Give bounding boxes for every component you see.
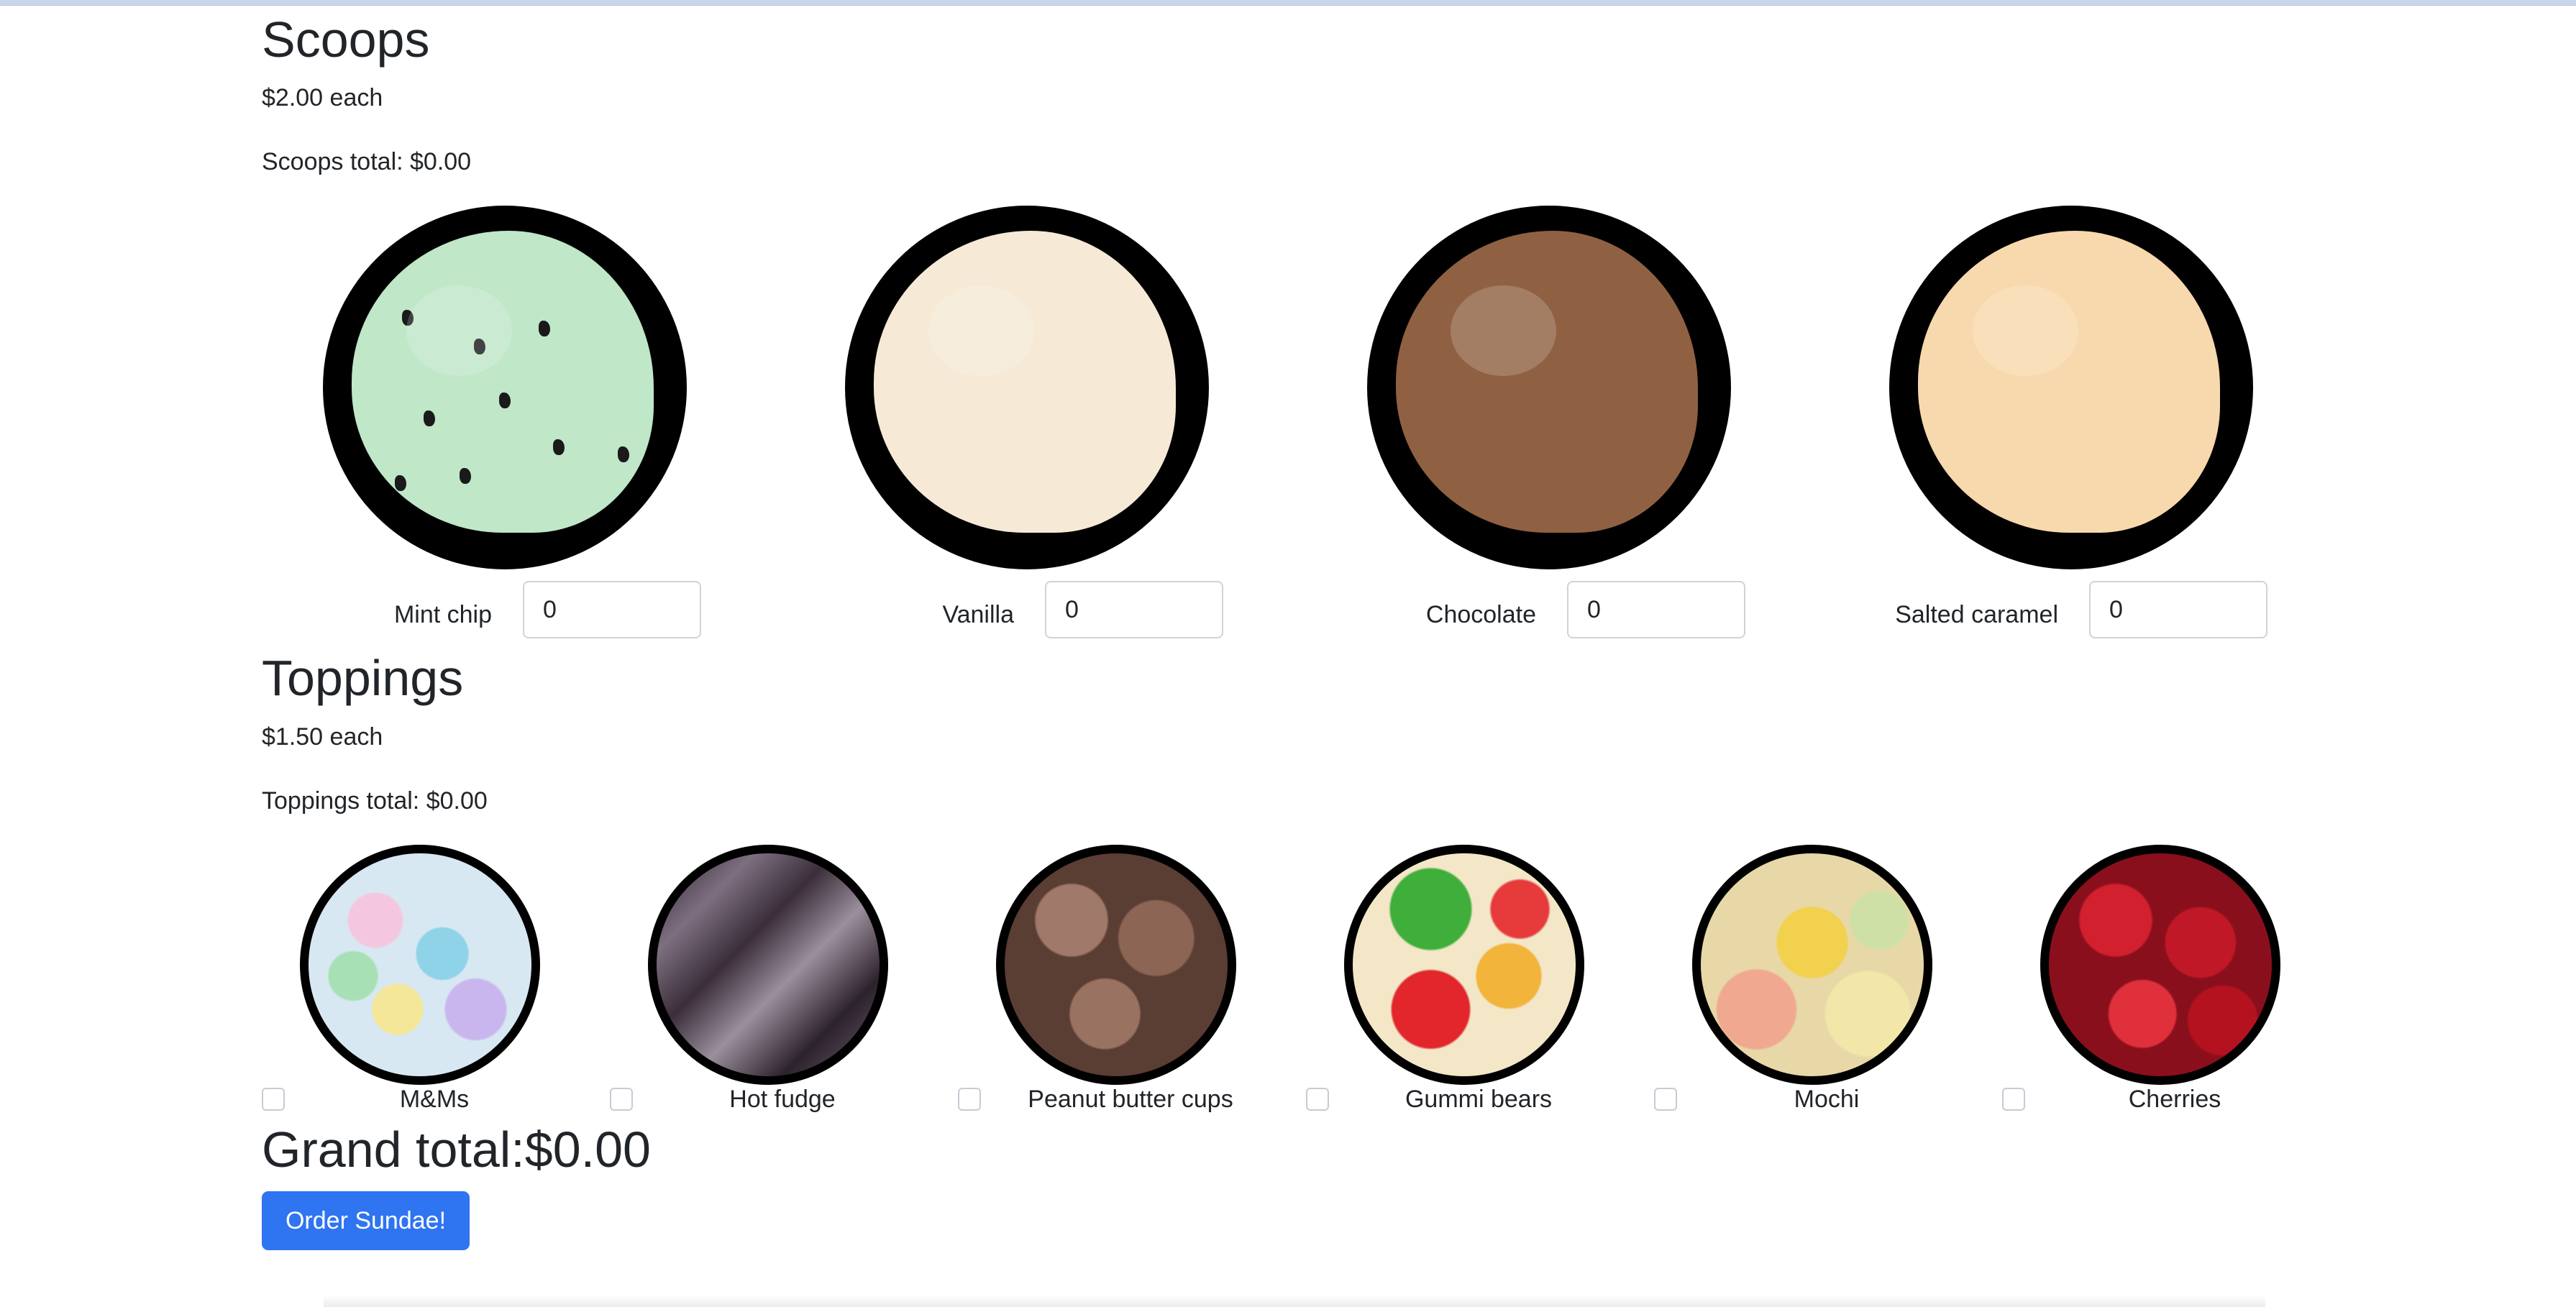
peanut-butter-cups-image xyxy=(996,845,1236,1085)
hot-fudge-image xyxy=(648,845,888,1085)
mms-checkbox[interactable] xyxy=(262,1088,285,1111)
chocolate-chip xyxy=(402,310,414,326)
topping-options: M&Ms Hot fudge Peanut butter cups Gummi … xyxy=(262,845,2347,1118)
scoop-option-salted-caramel: Salted caramel xyxy=(1828,206,2349,666)
scoop-option-chocolate: Chocolate xyxy=(1306,206,1827,666)
scoop-label: Salted caramel xyxy=(1895,601,2058,628)
chocolate-chip xyxy=(499,393,511,408)
toppings-heading: Toppings xyxy=(262,650,464,706)
scoops-total: Scoops total: $0.00 xyxy=(262,148,472,175)
vanilla-scoop-shape xyxy=(874,231,1176,533)
topping-option-mms: M&Ms xyxy=(262,845,610,1118)
hot-fudge-checkbox[interactable] xyxy=(610,1088,633,1111)
mochi-checkbox[interactable] xyxy=(1654,1088,1677,1111)
scoops-heading: Scoops xyxy=(262,12,430,68)
mochi-image xyxy=(1692,845,1932,1085)
vanilla-image xyxy=(845,206,1209,569)
topping-label: Hot fudge xyxy=(729,1086,836,1113)
gummi-bears-image xyxy=(1344,845,1584,1085)
scoop-label: Mint chip xyxy=(393,601,492,628)
topping-label: Mochi xyxy=(1794,1086,1860,1113)
scoop-options: Mint chip Vanilla Chocolate Salted caram… xyxy=(262,206,2347,666)
salted-caramel-image xyxy=(1889,206,2253,569)
grand-total: Grand total:$0.00 xyxy=(262,1122,651,1178)
scoops-price: $2.00 each xyxy=(262,84,383,111)
topping-option-mochi: Mochi xyxy=(1654,845,2002,1118)
topping-option-gummi-bears: Gummi bears xyxy=(1306,845,1654,1118)
salted-caramel-quantity-input[interactable] xyxy=(2089,581,2267,638)
scoop-option-mint-chip: Mint chip xyxy=(262,206,783,666)
topping-option-cherries: Cherries xyxy=(2002,845,2350,1118)
scoop-option-vanilla: Vanilla xyxy=(784,206,1305,666)
scoop-label: Chocolate xyxy=(1425,601,1536,628)
chocolate-scoop-shape xyxy=(1396,231,1698,533)
mms-image xyxy=(300,845,540,1085)
mint-chip-quantity-input[interactable] xyxy=(523,581,701,638)
peanut-butter-cups-checkbox[interactable] xyxy=(958,1088,981,1111)
gummi-bears-checkbox[interactable] xyxy=(1306,1088,1329,1111)
chocolate-chip xyxy=(618,446,629,462)
topping-label: Cherries xyxy=(2128,1086,2221,1113)
mint-scoop-shape xyxy=(352,231,654,533)
chocolate-chip xyxy=(460,468,471,484)
chocolate-chip xyxy=(474,339,485,354)
vanilla-quantity-input[interactable] xyxy=(1045,581,1223,638)
cherries-image xyxy=(2040,845,2280,1085)
toppings-price: $1.50 each xyxy=(262,723,383,751)
toppings-total: Toppings total: $0.00 xyxy=(262,787,488,815)
cherries-checkbox[interactable] xyxy=(2002,1088,2025,1111)
topping-label: M&Ms xyxy=(399,1086,470,1113)
chocolate-chip xyxy=(539,321,550,336)
topping-option-peanut-butter-cups: Peanut butter cups xyxy=(958,845,1306,1118)
topping-label: Gummi bears xyxy=(1405,1086,1553,1113)
page-bottom-shadow xyxy=(324,1295,2265,1307)
mint-chip-image xyxy=(323,206,687,569)
browser-top-edge xyxy=(0,0,2576,6)
chocolate-chip xyxy=(553,439,565,455)
order-sundae-button[interactable]: Order Sundae! xyxy=(262,1191,470,1250)
chocolate-chip xyxy=(395,475,406,491)
topping-label: Peanut butter cups xyxy=(1028,1086,1233,1113)
chocolate-image xyxy=(1367,206,1731,569)
topping-option-hot-fudge: Hot fudge xyxy=(610,845,958,1118)
chocolate-chip xyxy=(424,411,435,426)
chocolate-quantity-input[interactable] xyxy=(1567,581,1745,638)
scoop-label: Vanilla xyxy=(942,601,1014,628)
salted-caramel-scoop-shape xyxy=(1918,231,2220,533)
